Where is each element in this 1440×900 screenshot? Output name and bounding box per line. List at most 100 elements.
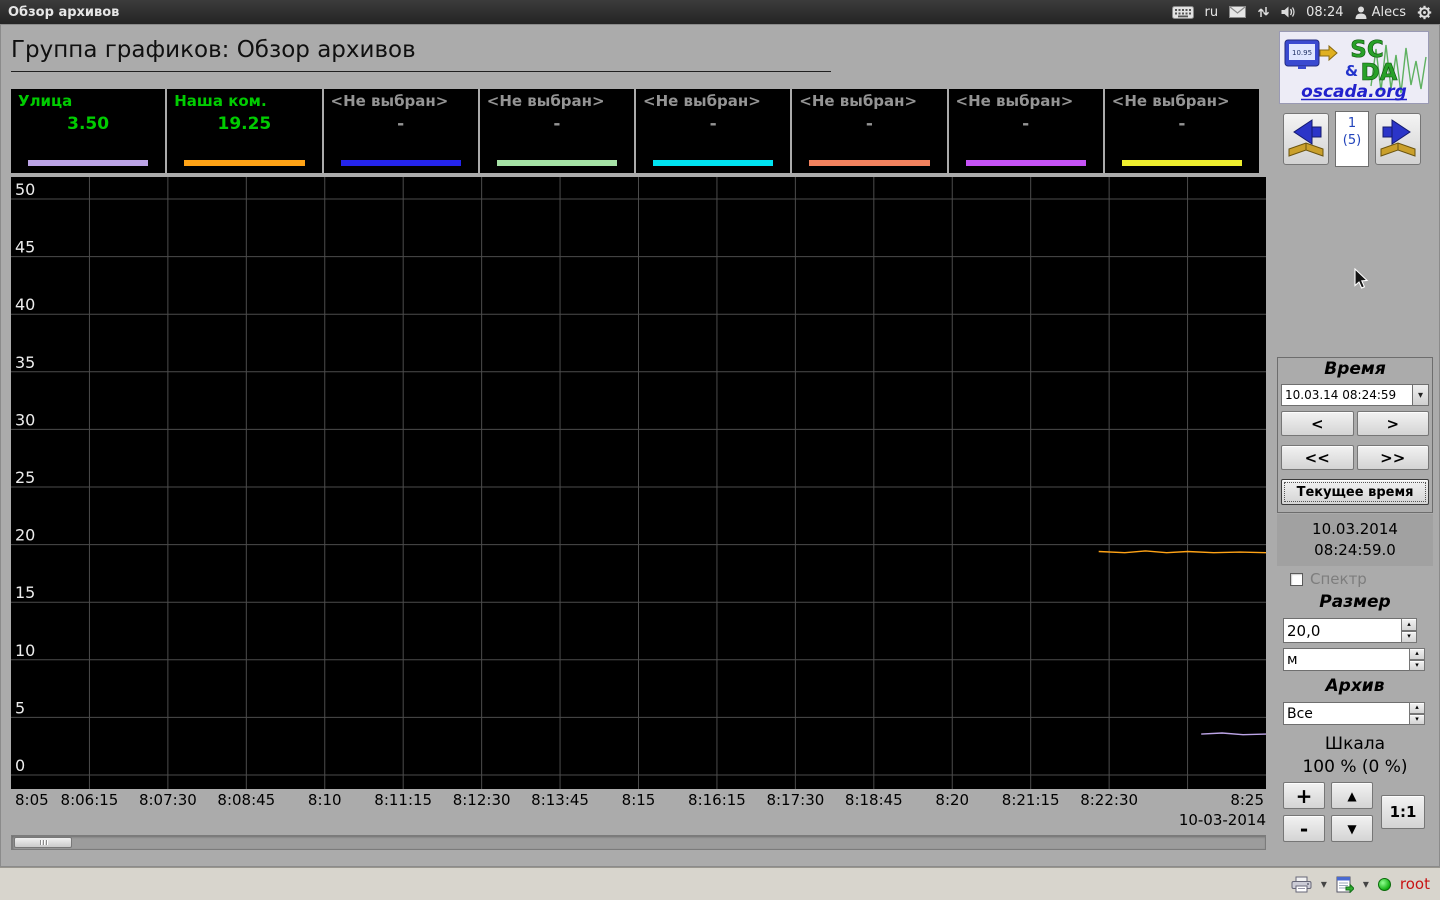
y-tick-label: 40 [15,295,35,314]
archive-label: Архив [1325,676,1385,696]
time-step-forward-button[interactable]: > [1356,411,1429,436]
size-unit-value[interactable]: м [1283,648,1409,671]
prev-page-icon [1288,119,1324,157]
page-title: Группа графиков: Обзор архивов [11,37,831,72]
pan-down-button[interactable]: ▼ [1331,815,1373,842]
mail-icon[interactable] [1229,6,1247,18]
legend-item-value: - [709,114,717,134]
y-tick-label: 25 [15,468,35,487]
pan-up-button[interactable]: ▲ [1331,782,1373,809]
legend-item-5[interactable]: <Не выбран> - [792,89,947,173]
clock[interactable]: 08:24 [1306,5,1343,20]
export-dropdown-arrow-icon[interactable]: ▾ [1363,877,1369,891]
legend-item-1[interactable]: Наша ком. 19.25 [167,89,322,173]
scale-value: 100 % (0 %) [1302,757,1408,777]
logo-version: 10.95 [1292,49,1312,57]
keyboard-icon[interactable] [1171,5,1194,19]
status-led-icon [1377,877,1391,891]
size-unit-down-icon[interactable]: ▾ [1409,659,1425,671]
updates-arrows-icon[interactable] [1257,6,1270,18]
x-tick-label: 8:05 [15,791,49,809]
size-spin-down-icon[interactable]: ▾ [1401,630,1417,643]
time-jump-back-button[interactable]: << [1281,445,1354,470]
time-combobox[interactable]: 10.03.14 08:24:59 ▾ [1281,384,1429,406]
time-combobox-arrow-icon[interactable]: ▾ [1412,384,1429,406]
zoom-out-button[interactable]: - [1283,815,1325,842]
y-tick-label: 5 [15,698,25,717]
legend-item-name: <Не выбран> [486,92,605,110]
archive-up-icon[interactable]: ▴ [1409,702,1425,714]
x-tick-label: 8:18:45 [844,791,903,809]
status-bar: ▾ ▾ root [0,867,1440,900]
scale-1-1-button[interactable]: 1:1 [1381,795,1425,829]
legend-item-7[interactable]: <Не выбран> - [1104,89,1259,173]
legend-item-color-bar [184,160,305,166]
legend-item-0[interactable]: Улица 3.50 [11,89,166,173]
size-value[interactable]: 20,0 [1283,618,1401,643]
legend-item-name: <Не выбран> [955,92,1074,110]
time-scrollbar[interactable] [11,835,1266,850]
size-unit-up-icon[interactable]: ▴ [1409,648,1425,660]
size-unit-combobox[interactable]: м ▴ ▾ [1283,648,1425,671]
time-step-back-button[interactable]: < [1281,411,1354,436]
time-combobox-value[interactable]: 10.03.14 08:24:59 [1281,384,1412,406]
x-tick-label: 8:21:15 [1001,791,1060,809]
legend-item-color-bar [965,160,1086,166]
archive-down-icon[interactable]: ▾ [1409,713,1425,725]
datetime-display: 10.03.2014 08:24:59.0 [1277,514,1433,566]
archive-combobox[interactable]: Все ▴ ▾ [1283,702,1425,725]
time-panel-label: Время [1324,359,1386,379]
next-page-icon [1380,119,1416,157]
language-indicator[interactable]: ru [1205,5,1219,20]
zoom-in-button[interactable]: + [1283,782,1325,809]
print-icon[interactable] [1291,876,1312,893]
legend-item-value: 19.25 [217,114,272,134]
user-icon [1355,6,1367,19]
x-tick-label: 8:12:30 [452,791,511,809]
gear-icon[interactable] [1417,5,1432,20]
volume-icon[interactable] [1281,6,1295,18]
mouse-cursor [1354,268,1369,289]
legend-item-6[interactable]: <Не выбран> - [948,89,1103,173]
page-number: 1 [1347,116,1357,131]
x-tick-label: 8:06:15 [60,791,119,809]
scale-label: Шкала [1324,734,1386,754]
page-indicator[interactable]: 1 (5) [1335,111,1369,167]
x-axis: 8:05 8:06:15 8:07:30 8:08:45 8:10 8:11:15 8:12… [11,791,1266,811]
legend-item-name: Наша ком. [174,92,267,110]
trend-plot: 0 5 10 15 20 25 30 35 40 45 50 [11,177,1266,789]
legend-item-color-bar [809,160,930,166]
prev-page-button[interactable] [1283,113,1329,165]
archive-value[interactable]: Все [1283,702,1409,725]
current-user[interactable]: root [1400,875,1430,893]
desktop-top-panel: Обзор архивов ru 08:24 Alecs [0,0,1440,24]
y-tick-label: 30 [15,410,35,429]
y-tick-label: 50 [15,180,35,199]
legend-item-value: 3.50 [67,114,110,134]
next-page-button[interactable] [1375,113,1421,165]
sidebar: 10.95 SC & DA oscada.org 1 (5) Время 10.… [1273,25,1437,868]
current-time-button[interactable]: Текущее время [1281,479,1429,505]
page-count: (5) [1342,133,1362,148]
spectrum-checkbox[interactable] [1290,572,1303,586]
export-icon[interactable] [1336,876,1354,893]
legend-item-color-bar [1121,160,1242,166]
print-dropdown-arrow-icon[interactable]: ▾ [1321,877,1327,891]
legend: Улица 3.50 Наша ком. 19.25 <Не выбран> - <Не в… [11,89,1259,173]
legend-item-2[interactable]: <Не выбран> - [323,89,478,173]
size-spinbox[interactable]: 20,0 ▴ ▾ [1283,618,1417,643]
x-tick-label: 8:22:30 [1080,791,1139,809]
scrollbar-handle[interactable] [14,837,72,848]
app-window: Группа графиков: Обзор архивов Улица 3.50… [0,24,1440,867]
x-tick-label: 8:13:45 [531,791,589,809]
system-tray: ru 08:24 Alecs [1171,5,1433,20]
size-spin-up-icon[interactable]: ▴ [1401,618,1417,631]
time-jump-forward-button[interactable]: >> [1356,445,1429,470]
user-menu[interactable]: Alecs [1355,5,1406,20]
size-label: Размер [1319,592,1391,612]
y-tick-label: 20 [15,526,35,545]
legend-item-4[interactable]: <Не выбран> - [636,89,791,173]
trend-chart[interactable]: 0 5 10 15 20 25 30 35 40 45 50 [11,177,1266,789]
legend-item-3[interactable]: <Не выбран> - [479,89,634,173]
x-tick-label: 8:15 [621,791,656,809]
